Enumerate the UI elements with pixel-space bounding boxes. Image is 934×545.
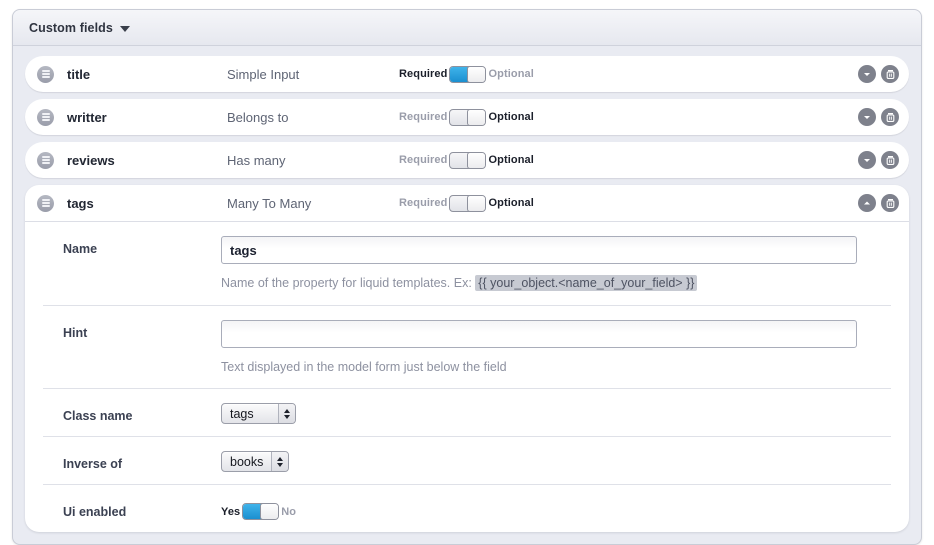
field-type-label: Many To Many [227, 195, 312, 211]
hint-help-text: Text displayed in the model form just be… [221, 359, 507, 374]
field-header: title Simple Input Required Optional [25, 56, 909, 92]
class-name-row: Class name tags [43, 389, 891, 437]
required-switch[interactable] [449, 65, 487, 83]
class-name-select-value: tags [230, 406, 254, 421]
page-title: Custom fields [29, 20, 113, 35]
panel-header[interactable]: Custom fields [13, 10, 921, 46]
hint-row: Hint Text displayed in the model form ju… [43, 306, 891, 389]
chevron-up-icon[interactable] [858, 194, 876, 212]
required-label: Required [399, 68, 448, 80]
field-name-label: reviews [67, 152, 115, 168]
trash-icon[interactable] [881, 65, 899, 83]
liquid-code-example: {{ your_object.<name_of_your_field> }} [475, 275, 698, 291]
row-actions [858, 65, 899, 83]
name-help-text: Name of the property for liquid template… [221, 275, 891, 293]
hint-label: Hint [63, 325, 88, 340]
stepper-arrows-icon [271, 452, 289, 471]
required-optional-toggle[interactable]: Required Optional [399, 151, 534, 169]
optional-label: Optional [488, 154, 534, 166]
trash-icon[interactable] [881, 108, 899, 126]
stepper-arrows-icon [278, 404, 295, 423]
row-actions [858, 194, 899, 212]
required-label: Required [399, 197, 448, 209]
chevron-down-icon[interactable] [858, 108, 876, 126]
ui-enabled-toggle[interactable]: Yes No [221, 503, 891, 520]
yes-label: Yes [221, 505, 241, 518]
drag-handle-icon[interactable] [37, 151, 54, 169]
required-optional-toggle[interactable]: Required Optional [399, 194, 534, 212]
drag-handle-icon[interactable] [37, 65, 54, 83]
optional-label: Optional [488, 68, 534, 80]
field-name-label: title [67, 66, 91, 82]
inverse-of-control: books [221, 451, 891, 472]
drag-handle-icon[interactable] [37, 108, 54, 126]
inverse-of-select-value: books [230, 454, 264, 469]
fields-list: title Simple Input Required Optional wri… [13, 46, 921, 544]
row-actions [858, 151, 899, 169]
field-type-label: Belongs to [227, 109, 289, 125]
field-card-title[interactable]: title Simple Input Required Optional [25, 56, 909, 92]
required-optional-toggle[interactable]: Required Optional [399, 108, 534, 126]
class-name-control: tags [221, 403, 891, 424]
field-header[interactable]: tags Many To Many Required Optional [25, 185, 909, 222]
field-card-writter[interactable]: writter Belongs to Required Optional [25, 99, 909, 135]
chevron-down-icon[interactable] [858, 151, 876, 169]
name-label: Name [63, 242, 98, 256]
hint-input[interactable] [221, 319, 857, 348]
ui-enabled-switch[interactable] [242, 503, 280, 520]
inverse-of-label: Inverse of [63, 457, 123, 471]
ui-enabled-control: Yes No [221, 499, 891, 520]
hint-control: Text displayed in the model form just be… [221, 319, 891, 377]
name-input[interactable] [221, 236, 857, 264]
trash-icon[interactable] [881, 194, 899, 212]
name-help-prefix: Name of the property for liquid template… [221, 276, 472, 290]
field-type-label: Has many [227, 152, 286, 168]
required-label: Required [399, 154, 448, 166]
inverse-of-row: Inverse of books [43, 437, 891, 485]
ui-enabled-row: Ui enabled Yes No [43, 485, 891, 532]
trash-icon[interactable] [881, 151, 899, 169]
ui-enabled-label: Ui enabled [63, 505, 127, 519]
required-switch[interactable] [449, 108, 487, 126]
required-switch[interactable] [449, 151, 487, 169]
inverse-of-select[interactable]: books [221, 451, 290, 472]
triangle-down-icon[interactable] [119, 25, 130, 32]
drag-handle-icon[interactable] [37, 194, 54, 212]
field-header: reviews Has many Required Optional [25, 142, 909, 178]
field-card-tags: tags Many To Many Required Optional Name… [25, 185, 909, 532]
field-header: writter Belongs to Required Optional [25, 99, 909, 135]
name-control: Name of the property for liquid template… [221, 236, 891, 293]
chevron-down-icon[interactable] [858, 65, 876, 83]
required-switch[interactable] [449, 194, 487, 212]
no-label: No [281, 505, 297, 518]
field-name-label: writter [67, 109, 107, 125]
field-type-label: Simple Input [227, 66, 300, 82]
optional-label: Optional [488, 197, 534, 209]
custom-fields-panel: Custom fields title Simple Input Require… [12, 9, 922, 545]
required-label: Required [399, 111, 448, 123]
required-optional-toggle[interactable]: Required Optional [399, 65, 534, 83]
optional-label: Optional [488, 111, 534, 123]
class-name-select[interactable]: tags [221, 403, 296, 424]
field-name-label: tags [67, 195, 94, 211]
field-card-reviews[interactable]: reviews Has many Required Optional [25, 142, 909, 178]
name-row: Name Name of the property for liquid tem… [43, 222, 891, 306]
class-name-label: Class name [63, 409, 133, 423]
row-actions [858, 108, 899, 126]
